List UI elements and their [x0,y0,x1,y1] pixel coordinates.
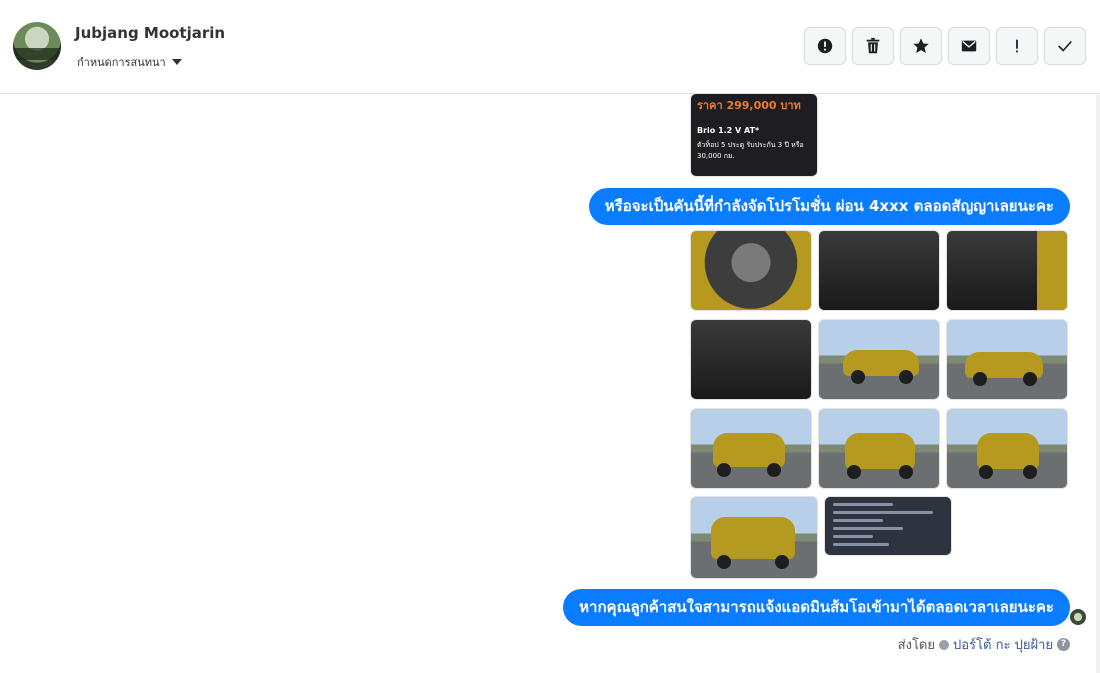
trash-icon [866,37,880,54]
car-image-side[interactable] [818,319,940,400]
messenger-conversation: Jubjang Mootjarin กำหนดการสนทนา ราคา 299… [0,0,1100,673]
car-image-dashboard[interactable] [690,319,812,400]
listing-note: ตัวท็อป 5 ประตู รับประกัน 3 ปี หรือ 30,0… [697,141,804,160]
checkmark-icon [1058,40,1072,52]
car-image-rear[interactable] [818,408,940,489]
car-listing-image[interactable]: ราคา 299,000 บาท Brio 1.2 V AT* ตัวท็อป … [690,93,818,177]
caret-down-icon [171,59,182,65]
message-bubble[interactable]: หรือจะเป็นคันนี้ที่กำลังจัดโปรโมชั่น ผ่อ… [588,188,1070,225]
delete-button[interactable] [852,27,894,65]
car-image-rear-seats[interactable] [946,230,1068,311]
help-icon[interactable]: ? [1057,638,1070,651]
header-actions [804,27,1086,65]
car-document-image[interactable] [824,496,952,556]
message-thread: ราคา 299,000 บาท Brio 1.2 V AT* ตัวท็อป … [0,93,1100,673]
car-image-front-low[interactable] [690,496,818,579]
mail-icon [961,40,977,52]
exclamation-icon [1016,39,1018,53]
alert-circle-icon [817,38,833,54]
seen-avatar [1070,609,1086,625]
car-image-front[interactable] [946,408,1068,489]
car-image-front-three-quarter[interactable] [946,319,1068,400]
star-icon [913,38,929,54]
contact-avatar[interactable] [13,22,61,70]
listing-price: ราคา 299,000 บาท [697,99,801,112]
mark-done-button[interactable] [1044,27,1086,65]
scrollbar[interactable] [1096,95,1100,673]
assign-label: กำหนดการสนทนา [77,56,166,69]
mark-important-button[interactable] [996,27,1038,65]
gear-icon [939,639,949,650]
contact-name[interactable]: Jubjang Mootjarin [75,24,225,42]
assign-conversation-dropdown[interactable]: กำหนดการสนทนา [77,53,182,71]
star-button[interactable] [900,27,942,65]
report-button[interactable] [804,27,846,65]
sent-by-author[interactable]: ปอร์โต้ กะ ปุยฝ้าย [953,634,1053,655]
car-image-rear-three-quarter[interactable] [690,408,812,489]
car-image-engine[interactable] [690,230,812,311]
message-bubble[interactable]: หากคุณลูกค้าสนใจสามารถแจ้งแอดมินส้มโอเข้… [563,589,1070,626]
listing-model: Brio 1.2 V AT* [697,126,760,135]
sent-by-prefix: ส่งโดย [897,638,935,653]
sent-by-info: ส่งโดย ปอร์โต้ กะ ปุยฝ้าย ? [898,634,1070,655]
car-image-gear[interactable] [818,230,940,311]
conversation-header: Jubjang Mootjarin กำหนดการสนทนา [0,0,1100,94]
mark-unread-button[interactable] [948,27,990,65]
